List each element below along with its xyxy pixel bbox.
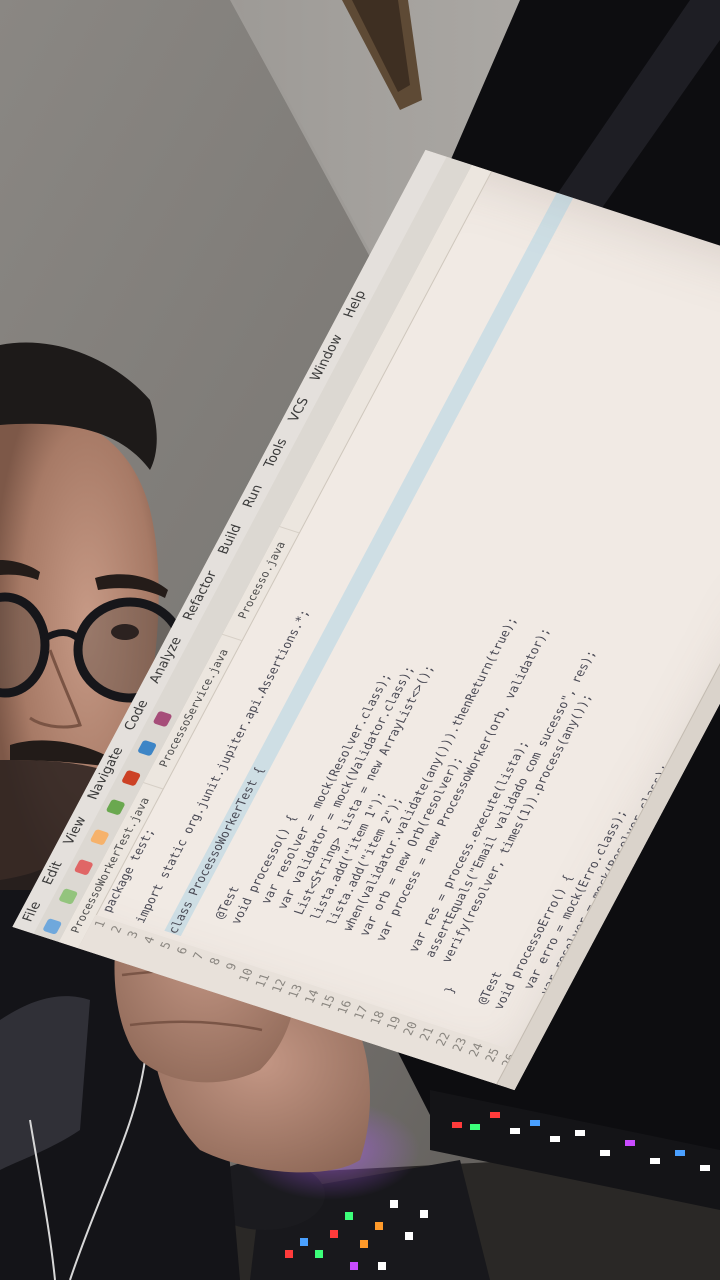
debug-icon[interactable] [121,769,142,787]
folder-icon[interactable] [42,918,63,935]
build-icon[interactable] [136,739,158,757]
eye [111,624,139,640]
undo-icon[interactable] [73,858,94,876]
run-icon[interactable] [105,799,126,816]
redo-icon[interactable] [89,828,110,846]
save-icon[interactable] [57,888,79,906]
settings-icon[interactable] [152,710,173,727]
photo-scene: File Edit View Navigate Code Analyze Ref… [0,0,720,1280]
